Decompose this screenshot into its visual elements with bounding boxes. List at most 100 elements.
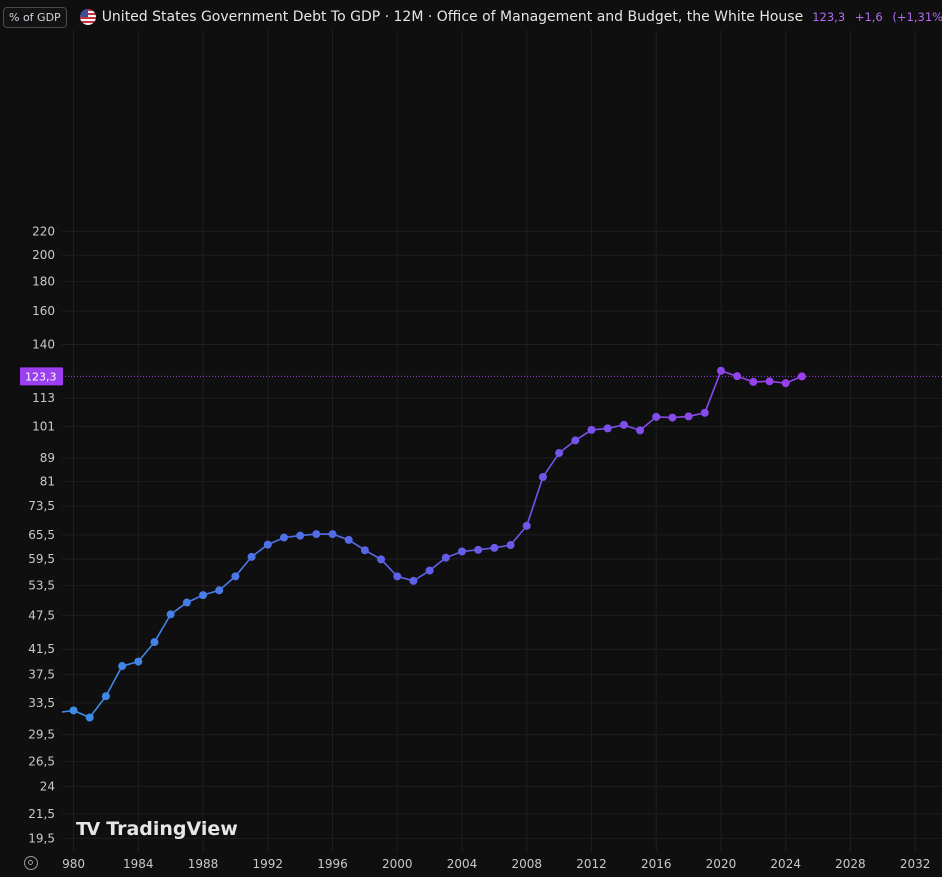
- data-point: [636, 426, 645, 435]
- data-point: [668, 413, 677, 422]
- x-tick-label: 1996: [317, 857, 348, 871]
- data-point: [263, 540, 272, 549]
- x-tick-label: 2032: [900, 857, 931, 871]
- y-tick-label: 26,5: [28, 755, 55, 769]
- tradingview-logo-icon: TV: [76, 818, 100, 840]
- data-point: [733, 372, 742, 381]
- data-point: [603, 424, 612, 433]
- data-point: [797, 372, 806, 381]
- data-point: [279, 533, 288, 542]
- data-point: [134, 657, 143, 666]
- x-tick-label: 1984: [123, 857, 154, 871]
- chart-area[interactable]: 220 200 180 160 140 113 101 89 81 73,5 65,5 59,5 53,…: [0, 0, 942, 877]
- data-point: [474, 545, 483, 554]
- y-tick-label: 160: [32, 304, 55, 318]
- series-points: [69, 366, 806, 722]
- y-tick-label: 24: [40, 779, 55, 793]
- data-point: [199, 591, 208, 600]
- data-point: [700, 408, 709, 417]
- last-value-tag: 123,3: [20, 367, 63, 386]
- data-point: [684, 412, 693, 421]
- data-point: [215, 586, 224, 595]
- y-tick-label: 65,5: [28, 528, 55, 542]
- data-point: [716, 366, 725, 375]
- data-point: [118, 662, 127, 671]
- y-tick-label: 33,5: [28, 696, 55, 710]
- grid-lines: [62, 30, 942, 852]
- y-tick-label: 59,5: [28, 552, 55, 566]
- data-point: [150, 638, 159, 647]
- y-tick-label: 73,5: [28, 499, 55, 513]
- y-tick-label: 19,5: [28, 831, 55, 845]
- y-tick-label: 180: [32, 275, 55, 289]
- y-tick-label: 81: [40, 475, 55, 489]
- x-tick-label: 2016: [641, 857, 672, 871]
- data-point: [652, 412, 661, 421]
- x-tick-label: 1992: [253, 857, 284, 871]
- chart-title[interactable]: United States Government Debt To GDP · 1…: [102, 9, 804, 25]
- data-point: [619, 420, 628, 429]
- data-point: [344, 535, 353, 544]
- data-point: [425, 566, 434, 575]
- data-point: [101, 692, 110, 701]
- tradingview-logo[interactable]: TV TradingView: [76, 818, 238, 840]
- data-point: [166, 610, 175, 619]
- x-tick-label: 1988: [188, 857, 219, 871]
- last-value: 123,3: [812, 10, 846, 24]
- x-tick-label: 2004: [447, 857, 478, 871]
- y-tick-label: 37,5: [28, 668, 55, 682]
- data-point: [781, 379, 790, 388]
- y-tick-label: 220: [32, 224, 55, 238]
- data-point: [749, 377, 758, 386]
- data-point: [571, 436, 580, 445]
- data-point: [538, 473, 547, 482]
- y-tick-label: 53,5: [28, 579, 55, 593]
- y-tick-label: 89: [40, 451, 55, 465]
- change-value: +1,6: [854, 10, 883, 24]
- us-flag-icon: [79, 9, 96, 25]
- settings-icon[interactable]: [24, 856, 38, 870]
- y-tick-label: 140: [32, 338, 55, 352]
- data-point: [231, 572, 240, 581]
- y-tick-label: 113: [32, 391, 55, 405]
- y-axis: 220 200 180 160 140 113 101 89 81 73,5 65,5 59,5 53,…: [28, 224, 55, 845]
- y-tick-label: 200: [32, 248, 55, 262]
- data-point: [587, 425, 596, 434]
- quote-values: 123,3 +1,6 (+1,31%): [812, 10, 942, 24]
- x-tick-label: 2000: [382, 857, 413, 871]
- data-point: [441, 553, 450, 562]
- data-point: [457, 547, 466, 556]
- x-axis: 980 1984 1988 1992 1996 2000 2004 2008 2012 2016 2…: [62, 857, 930, 871]
- y-tick-label: 29,5: [28, 728, 55, 742]
- data-point: [522, 521, 531, 530]
- data-point: [377, 555, 386, 564]
- x-tick-label: 2020: [706, 857, 737, 871]
- data-point: [69, 706, 78, 715]
- y-tick-label: 41,5: [28, 642, 55, 656]
- change-percent: (+1,31%): [892, 10, 942, 24]
- x-tick-label: 2012: [576, 857, 607, 871]
- x-tick-label: 2008: [511, 857, 542, 871]
- data-point: [247, 552, 256, 561]
- x-tick-label: 2028: [835, 857, 866, 871]
- chart-header: % of GDP United States Government Debt T…: [0, 4, 942, 30]
- tradingview-logo-text: TradingView: [106, 818, 238, 840]
- data-point: [765, 377, 774, 386]
- unit-button[interactable]: % of GDP: [3, 6, 67, 28]
- data-point: [490, 543, 499, 552]
- data-point: [296, 531, 305, 540]
- data-point: [393, 572, 402, 581]
- data-point: [360, 546, 369, 555]
- series-line: [61, 369, 803, 719]
- x-tick-label: 2024: [770, 857, 801, 871]
- data-point: [328, 530, 337, 539]
- x-tick-label: 980: [62, 857, 85, 871]
- y-tick-label: 101: [32, 419, 55, 433]
- data-point: [555, 449, 564, 458]
- data-point: [85, 713, 94, 722]
- last-value-tag-label: 123,3: [25, 370, 57, 383]
- y-tick-label: 47,5: [28, 608, 55, 622]
- data-point: [312, 530, 321, 539]
- data-point: [182, 598, 191, 607]
- data-point: [506, 541, 515, 550]
